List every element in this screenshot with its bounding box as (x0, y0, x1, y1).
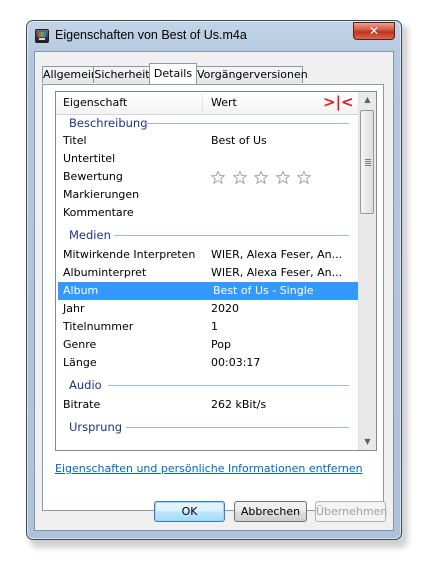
list-item[interactable]: Untertitel (56, 150, 359, 168)
property-list[interactable]: Eigenschaft Wert >|< Beschreibung Titel … (55, 91, 377, 451)
title-bar[interactable]: Eigenschaften von Best of Us.m4a ✕ (27, 21, 401, 51)
column-resize-marker: >|< (323, 93, 354, 111)
property-value: Best of Us - Single (213, 284, 314, 297)
property-name: Albuminterpret (63, 266, 147, 279)
list-item-selected[interactable]: Album Best of Us - Single (58, 282, 359, 300)
property-name: Album (63, 284, 99, 297)
list-item[interactable]: Kommentare (56, 204, 359, 222)
scroll-up-icon[interactable]: ▲ (360, 92, 375, 108)
property-name: Titelnummer (63, 320, 134, 333)
group-label: Medien (69, 228, 111, 242)
remove-properties-link[interactable]: Eigenschaften und persönliche Informatio… (55, 462, 363, 475)
property-value: 262 kBit/s (211, 398, 267, 411)
grip-line (365, 165, 371, 166)
list-item[interactable]: Bewertung (56, 168, 359, 186)
list-item[interactable]: Titel Best of Us (56, 132, 359, 150)
grip-line (365, 163, 371, 164)
property-name: Bewertung (63, 170, 123, 183)
tab-vorgaengerversionen[interactable]: Vorgängerversionen (196, 66, 308, 83)
property-name: Mitwirkende Interpreten (63, 248, 196, 261)
star-icon[interactable] (254, 171, 268, 184)
property-name: Bitrate (63, 398, 101, 411)
property-value: 00:03:17 (211, 356, 261, 369)
property-value: WIER, Alexa Feser, An... (211, 248, 343, 261)
group-label: Audio (69, 378, 102, 392)
property-value: Pop (211, 338, 231, 351)
property-name: Untertitel (63, 152, 116, 165)
group-audio: Audio (56, 376, 359, 394)
close-button[interactable]: ✕ (353, 22, 395, 40)
cancel-button[interactable]: Abbrechen (234, 501, 307, 522)
list-item[interactable]: Markierungen (56, 186, 359, 204)
star-icon[interactable] (232, 171, 247, 184)
window-title: Eigenschaften von Best of Us.m4a (55, 28, 247, 42)
list-item[interactable]: Titelnummer 1 (56, 318, 359, 336)
property-name: Jahr (63, 302, 85, 315)
scroll-thumb[interactable] (360, 110, 374, 214)
group-divider (108, 385, 349, 386)
tab-details[interactable]: Details (149, 63, 197, 84)
grip-line (365, 161, 371, 162)
vertical-scrollbar[interactable]: ▲ ▼ (358, 92, 376, 450)
group-divider (144, 123, 349, 124)
group-ursprung: Ursprung (56, 418, 359, 436)
property-name: Titel (63, 134, 87, 147)
property-value: Best of Us (211, 134, 267, 147)
group-divider (114, 235, 349, 236)
apply-button[interactable]: Übernehmen (315, 501, 387, 522)
column-header-property[interactable]: Eigenschaft (63, 92, 127, 114)
group-label: Ursprung (69, 420, 123, 434)
star-icon[interactable] (275, 171, 290, 184)
group-beschreibung: Beschreibung (56, 114, 359, 132)
group-medien: Medien (56, 226, 359, 244)
tab-sicherheit[interactable]: Sicherheit (93, 66, 151, 83)
grip-line (365, 159, 371, 160)
tab-allgemein[interactable]: Allgemein (42, 66, 98, 83)
list-item[interactable]: Jahr 2020 (56, 300, 359, 318)
property-value: 1 (211, 320, 218, 333)
media-file-icon (35, 29, 49, 43)
scroll-down-icon[interactable]: ▼ (360, 434, 375, 450)
property-name: Genre (63, 338, 97, 351)
column-header-value[interactable]: Wert (211, 92, 237, 114)
property-name: Länge (63, 356, 97, 369)
list-item[interactable]: Albuminterpret WIER, Alexa Feser, An... (56, 264, 359, 282)
list-item[interactable]: Genre Pop (56, 336, 359, 354)
group-label: Beschreibung (69, 116, 148, 130)
property-value: 2020 (211, 302, 239, 315)
property-name: Kommentare (63, 206, 134, 219)
list-header: Eigenschaft Wert >|< (56, 92, 359, 115)
list-item[interactable]: Mitwirkende Interpreten WIER, Alexa Fese… (56, 246, 359, 264)
ok-button[interactable]: OK (154, 501, 225, 522)
star-icon[interactable] (211, 171, 225, 184)
star-icon[interactable] (297, 171, 311, 184)
property-value: WIER, Alexa Feser, An... (211, 266, 343, 279)
list-item[interactable]: Länge 00:03:17 (56, 354, 359, 372)
property-name: Markierungen (63, 188, 140, 201)
group-divider (126, 427, 349, 428)
column-separator[interactable] (202, 94, 203, 112)
list-item[interactable]: Bitrate 262 kBit/s (56, 396, 359, 414)
